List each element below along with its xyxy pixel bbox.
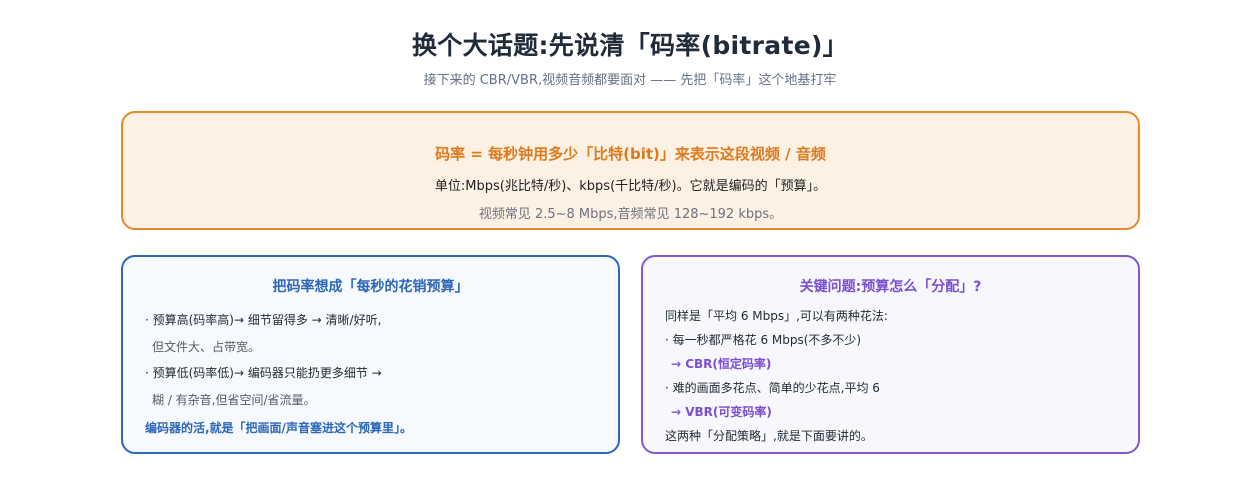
page-subtitle: 接下来的 CBR/VBR,视频音频都要面对 —— 先把「码率」这个地基打牢 bbox=[423, 73, 837, 88]
allocation-intro: 同样是「平均 6 Mbps」,可以有两种花法: bbox=[665, 309, 888, 323]
allocation-question-card: 关键问题:预算怎么「分配」? 同样是「平均 6 Mbps」,可以有两种花法: ·… bbox=[641, 255, 1140, 454]
budget-card: 把码率想成「每秒的花销预算」 · 预算高(码率高)→ 细节留得多 → 清晰/好听… bbox=[121, 255, 620, 454]
budget-low-line: · 预算低(码率低)→ 编码器只能扔更多细节 → bbox=[145, 366, 382, 380]
definition-card: 码率 = 每秒钟用多少「比特(bit)」来表示这段视频 / 音频 单位:Mbps… bbox=[121, 111, 1140, 230]
cbr-option-line: · 每一秒都严格花 6 Mbps(不多不少) bbox=[665, 333, 862, 347]
budget-low-cost-line: 糊 / 有杂音,但省空间/省流量。 bbox=[152, 393, 316, 407]
definition-headline: 码率 = 每秒钟用多少「比特(bit)」来表示这段视频 / 音频 bbox=[435, 145, 826, 163]
budget-high-cost-line: 但文件大、占带宽。 bbox=[152, 340, 261, 354]
vbr-label: → VBR(可变码率) bbox=[671, 405, 772, 419]
definition-typical-values: 视频常见 2.5~8 Mbps,音频常见 128~192 kbps。 bbox=[478, 207, 783, 222]
vbr-option-line: · 难的画面多花点、简单的少花点,平均 6 bbox=[665, 381, 880, 395]
allocation-card-title: 关键问题:预算怎么「分配」? bbox=[799, 279, 982, 295]
budget-high-line: · 预算高(码率高)→ 细节留得多 → 清晰/好听, bbox=[145, 313, 382, 327]
budget-conclusion: 编码器的活,就是「把画面/声音塞进这个预算里」。 bbox=[145, 421, 412, 435]
budget-card-title: 把码率想成「每秒的花销预算」 bbox=[272, 279, 469, 295]
cbr-label: → CBR(恒定码率) bbox=[671, 357, 772, 371]
definition-units: 单位:Mbps(兆比特/秒)、kbps(千比特/秒)。它就是编码的「预算」。 bbox=[434, 179, 827, 194]
allocation-footer: 这两种「分配策略」,就是下面要讲的。 bbox=[665, 429, 873, 443]
page-title: 换个大话题:先说清「码率(bitrate)」 bbox=[412, 31, 848, 60]
